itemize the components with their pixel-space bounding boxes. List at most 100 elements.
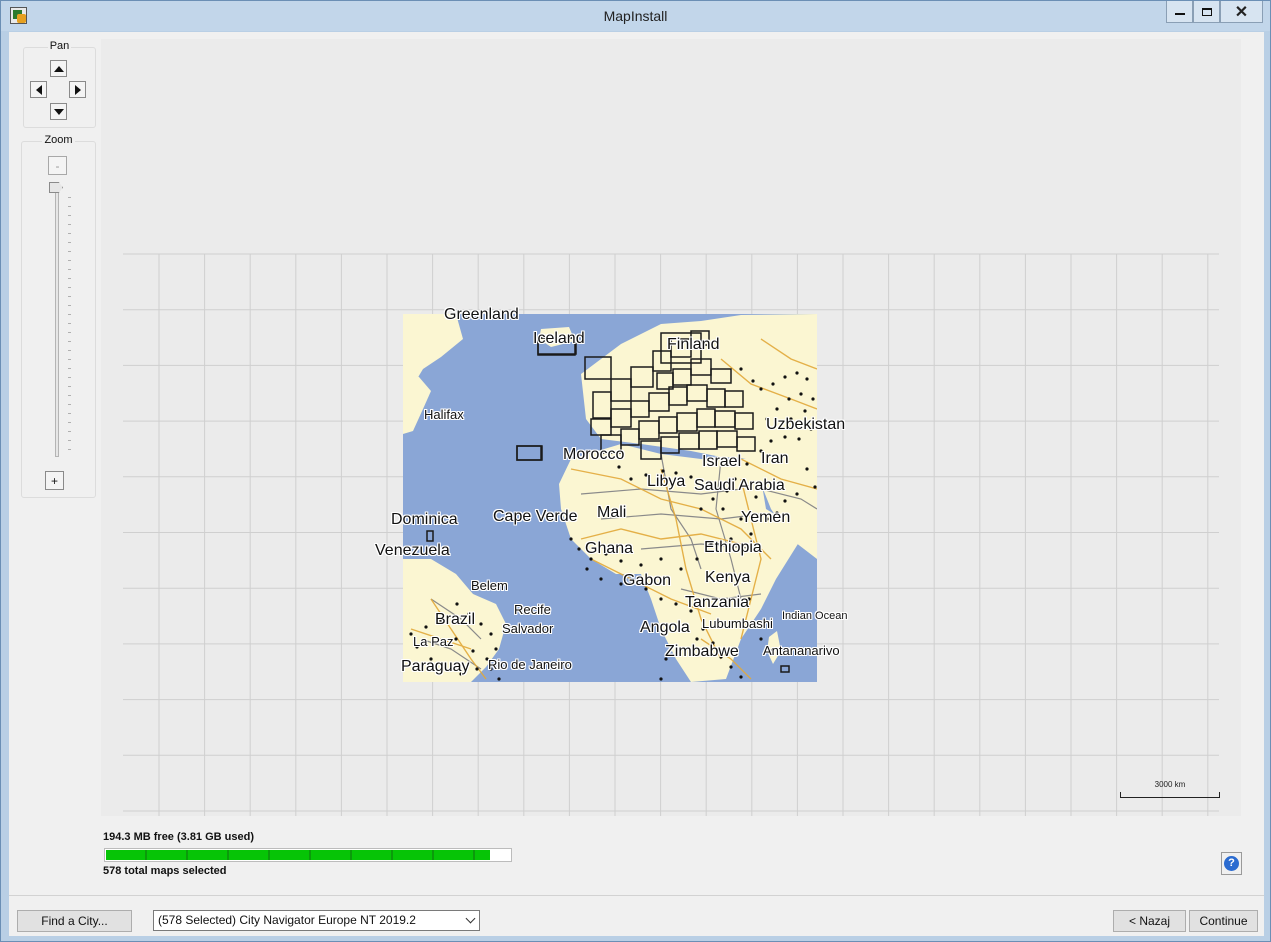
- arrow-down-icon: [53, 108, 64, 115]
- scale-bar: [1120, 792, 1220, 798]
- back-button[interactable]: < Nazaj: [1113, 910, 1186, 932]
- continue-button[interactable]: Continue: [1189, 910, 1258, 932]
- city-marker: [479, 622, 483, 626]
- city-marker: [424, 625, 428, 629]
- pan-label: Pan: [47, 40, 72, 52]
- map-label: Kenya: [705, 569, 751, 586]
- city-marker: [803, 409, 807, 413]
- city-marker: [674, 602, 678, 606]
- city-marker: [689, 475, 693, 479]
- city-marker: [739, 675, 743, 679]
- scale-label: 3000 km: [1154, 780, 1186, 789]
- close-button[interactable]: ✕: [1220, 1, 1263, 23]
- city-marker: [617, 465, 621, 469]
- city-marker: [759, 387, 763, 391]
- map-label: Morocco: [563, 446, 625, 463]
- pan-left-button[interactable]: [30, 81, 47, 98]
- product-select[interactable]: (578 Selected) City Navigator Europe NT …: [153, 910, 480, 931]
- map-label: Indian Ocean: [782, 610, 848, 622]
- city-marker: [599, 577, 603, 581]
- city-marker: [695, 557, 699, 561]
- map-label: Salvador: [502, 621, 554, 636]
- storage-usage-segments: [106, 850, 490, 860]
- city-marker: [659, 557, 663, 561]
- map-label: Uzbekistan: [766, 416, 846, 433]
- city-marker: [783, 499, 787, 503]
- maximize-icon: [1201, 7, 1212, 16]
- city-marker: [711, 497, 715, 501]
- city-marker: [629, 477, 633, 481]
- map-label: Finland: [667, 336, 720, 353]
- find-city-button[interactable]: Find a City...: [17, 910, 132, 932]
- product-select-value: (578 Selected) City Navigator Europe NT …: [158, 913, 416, 927]
- city-marker: [805, 377, 809, 381]
- map-label: Recife: [514, 602, 551, 617]
- map-label: Iceland: [533, 330, 585, 347]
- map-label: Ghana: [585, 540, 634, 557]
- minimize-button[interactable]: [1166, 1, 1193, 23]
- map-label: Libya: [647, 473, 686, 490]
- city-marker: [783, 435, 787, 439]
- city-marker: [775, 407, 779, 411]
- zoom-in-button[interactable]: +: [45, 471, 64, 490]
- city-marker: [811, 397, 815, 401]
- zoom-slider-track[interactable]: [55, 189, 59, 457]
- zoom-out-button[interactable]: -: [48, 156, 67, 175]
- city-marker: [569, 537, 573, 541]
- title-bar[interactable]: MapInstall ✕: [1, 1, 1270, 31]
- map-label: Iran: [761, 450, 789, 467]
- close-icon: ✕: [1234, 3, 1249, 21]
- city-marker: [783, 375, 787, 379]
- city-marker: [729, 665, 733, 669]
- map-label: Angola: [640, 619, 690, 636]
- city-marker: [619, 559, 623, 563]
- map-label: Rio de Janeiro: [488, 657, 572, 672]
- arrow-left-icon: [35, 84, 42, 95]
- map-label: Antananarivo: [763, 643, 840, 658]
- map-label: Cape Verde: [493, 508, 578, 525]
- city-marker: [745, 462, 749, 466]
- chevron-down-icon: [465, 913, 476, 924]
- map-view[interactable]: Greenland Iceland Finland Uzbekistan Mor…: [101, 39, 1241, 816]
- city-marker: [771, 382, 775, 386]
- pan-right-button[interactable]: [69, 81, 86, 98]
- map-label: La Paz: [413, 634, 454, 649]
- city-marker: [721, 507, 725, 511]
- map-label: Brazil: [435, 611, 476, 628]
- map-label: Saudi Arabia: [694, 477, 785, 494]
- help-button[interactable]: ?: [1221, 852, 1242, 875]
- city-marker: [695, 637, 699, 641]
- city-marker: [759, 637, 763, 641]
- storage-free-text: 194.3 MB free (3.81 GB used): [103, 831, 255, 843]
- map-canvas[interactable]: [101, 39, 1241, 816]
- city-marker: [454, 637, 458, 641]
- pan-up-button[interactable]: [50, 60, 67, 77]
- city-marker: [699, 507, 703, 511]
- map-label: Halifax: [424, 407, 464, 422]
- pan-group: Pan: [23, 40, 96, 128]
- city-marker: [497, 677, 501, 681]
- city-marker: [475, 667, 479, 671]
- city-marker: [799, 392, 803, 396]
- maximize-button[interactable]: [1193, 1, 1220, 23]
- window-title: MapInstall: [603, 8, 668, 24]
- zoom-slider-thumb[interactable]: [49, 182, 63, 193]
- minimize-icon: [1174, 13, 1185, 15]
- zoom-label: Zoom: [42, 134, 75, 146]
- map-label: Ethiopia: [704, 539, 762, 556]
- map-label: Greenland: [444, 306, 519, 323]
- pan-down-button[interactable]: [50, 103, 67, 120]
- storage-usage-bar: [104, 848, 512, 862]
- help-icon: ?: [1224, 856, 1239, 871]
- city-marker: [795, 371, 799, 375]
- zoom-slider-ticks: [68, 197, 71, 457]
- maps-selected-text: 578 total maps selected: [103, 865, 227, 877]
- city-marker: [659, 597, 663, 601]
- map-label: Paraguay: [401, 658, 470, 675]
- map-label: Lubumbashi: [702, 616, 773, 631]
- city-marker: [769, 439, 773, 443]
- city-marker: [787, 397, 791, 401]
- map-label: Gabon: [623, 572, 672, 589]
- city-marker: [577, 547, 581, 551]
- map-label: Israel: [702, 453, 742, 470]
